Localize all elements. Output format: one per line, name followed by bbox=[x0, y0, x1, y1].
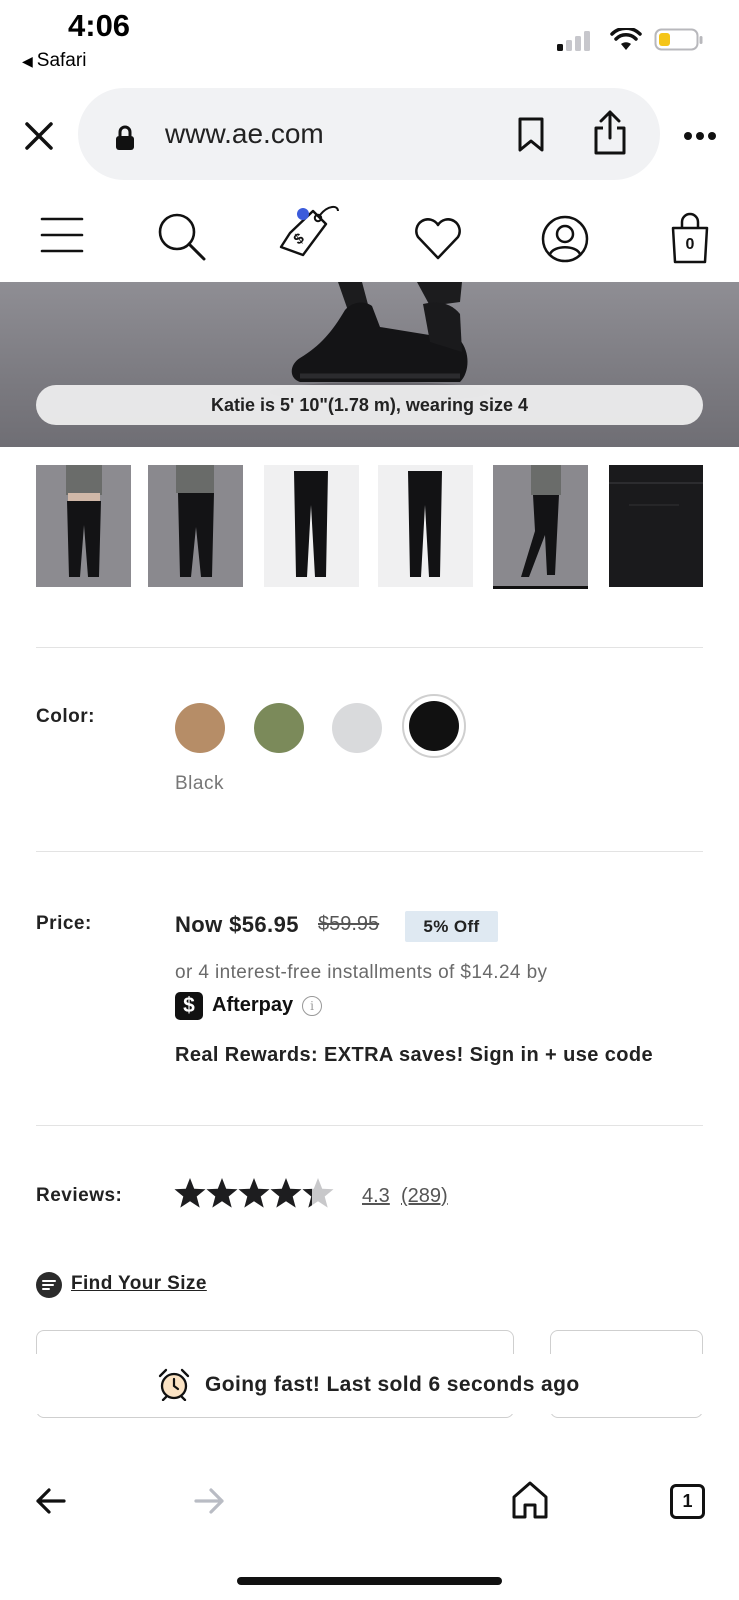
thumbnail-image bbox=[176, 465, 214, 577]
account-icon[interactable] bbox=[540, 214, 590, 264]
rewards-message[interactable]: Real Rewards: EXTRA saves! Sign in + use… bbox=[175, 1044, 653, 1067]
wifi-icon bbox=[610, 28, 642, 50]
thumbnail-image bbox=[521, 465, 561, 577]
thumbnail-3[interactable] bbox=[264, 465, 359, 587]
star-icon bbox=[238, 1178, 270, 1208]
heart-icon[interactable] bbox=[413, 216, 463, 262]
swatch-black[interactable] bbox=[409, 701, 459, 751]
find-size-icon bbox=[36, 1272, 62, 1298]
divider bbox=[36, 647, 703, 648]
discount-badge: 5% Off bbox=[405, 911, 498, 942]
home-indicator bbox=[237, 1577, 502, 1585]
thumbnail-1[interactable] bbox=[36, 465, 131, 587]
divider bbox=[36, 1125, 703, 1126]
going-fast-text: Going fast! Last sold 6 seconds ago bbox=[205, 1373, 580, 1396]
arrow-right-icon[interactable] bbox=[192, 1486, 226, 1516]
url-text[interactable]: www.ae.com bbox=[165, 118, 324, 150]
info-icon[interactable]: i bbox=[302, 996, 322, 1016]
tabs-button[interactable]: 1 bbox=[670, 1484, 705, 1519]
rating-value[interactable]: 4.3 bbox=[362, 1185, 390, 1208]
thumbnail-image bbox=[294, 471, 328, 577]
thumbnail-image bbox=[609, 482, 703, 506]
afterpay-label: Afterpay bbox=[212, 994, 294, 1016]
thumbnail-5-selected[interactable] bbox=[493, 465, 588, 589]
model-size-caption: Katie is 5' 10"(1.78 m), wearing size 4 bbox=[36, 385, 703, 425]
afterpay-logo: $ bbox=[175, 992, 203, 1020]
thumbnail-image bbox=[408, 471, 442, 577]
back-triangle-icon: ◀ bbox=[22, 53, 33, 69]
status-time: 4:06 bbox=[68, 8, 131, 43]
back-app-label: Safari bbox=[36, 50, 87, 71]
thumbnail-image bbox=[66, 465, 102, 577]
thumbnail-2[interactable] bbox=[148, 465, 243, 587]
star-icon bbox=[174, 1178, 206, 1208]
search-icon[interactable] bbox=[157, 212, 209, 264]
swatch-olive[interactable] bbox=[254, 703, 304, 753]
star-icon bbox=[206, 1178, 238, 1208]
hamburger-icon[interactable] bbox=[40, 216, 84, 254]
shopping-bag-button[interactable]: 0 bbox=[668, 212, 712, 266]
original-price: $59.95 bbox=[318, 913, 380, 935]
arrow-left-icon[interactable] bbox=[34, 1486, 68, 1516]
bag-count: 0 bbox=[685, 236, 695, 253]
price-label: Price: bbox=[36, 913, 92, 934]
more-icon[interactable] bbox=[683, 131, 717, 141]
thumbnail-4[interactable] bbox=[378, 465, 473, 587]
svg-text:$: $ bbox=[291, 229, 309, 248]
thumbnail-6[interactable] bbox=[609, 465, 703, 587]
swatch-tan[interactable] bbox=[175, 703, 225, 753]
divider bbox=[36, 851, 703, 852]
bookmark-icon[interactable] bbox=[516, 116, 546, 154]
lock-icon bbox=[116, 125, 134, 150]
cellular-signal-icon bbox=[557, 31, 590, 51]
find-your-size-link[interactable]: Find Your Size bbox=[71, 1273, 207, 1295]
reviews-label: Reviews: bbox=[36, 1185, 123, 1206]
star-icon bbox=[270, 1178, 302, 1208]
back-to-safari-link[interactable]: ◀ Safari bbox=[22, 50, 86, 72]
close-icon[interactable] bbox=[24, 121, 54, 151]
star-rating[interactable] bbox=[174, 1177, 336, 1211]
star-partial-icon bbox=[302, 1178, 334, 1208]
color-label: Color: bbox=[36, 706, 95, 727]
selected-color-name: Black bbox=[175, 773, 224, 794]
share-icon[interactable] bbox=[592, 110, 628, 156]
current-price: Now $56.95 bbox=[175, 912, 299, 937]
installments-text: or 4 interest-free installments of $14.2… bbox=[175, 962, 548, 983]
review-count[interactable]: (289) bbox=[401, 1185, 448, 1208]
battery-icon bbox=[654, 28, 703, 51]
home-icon[interactable] bbox=[510, 1479, 550, 1521]
alarm-clock-icon bbox=[158, 1368, 190, 1401]
price-tag-icon[interactable]: $ bbox=[278, 203, 344, 265]
swatch-light-gray[interactable] bbox=[332, 703, 382, 753]
